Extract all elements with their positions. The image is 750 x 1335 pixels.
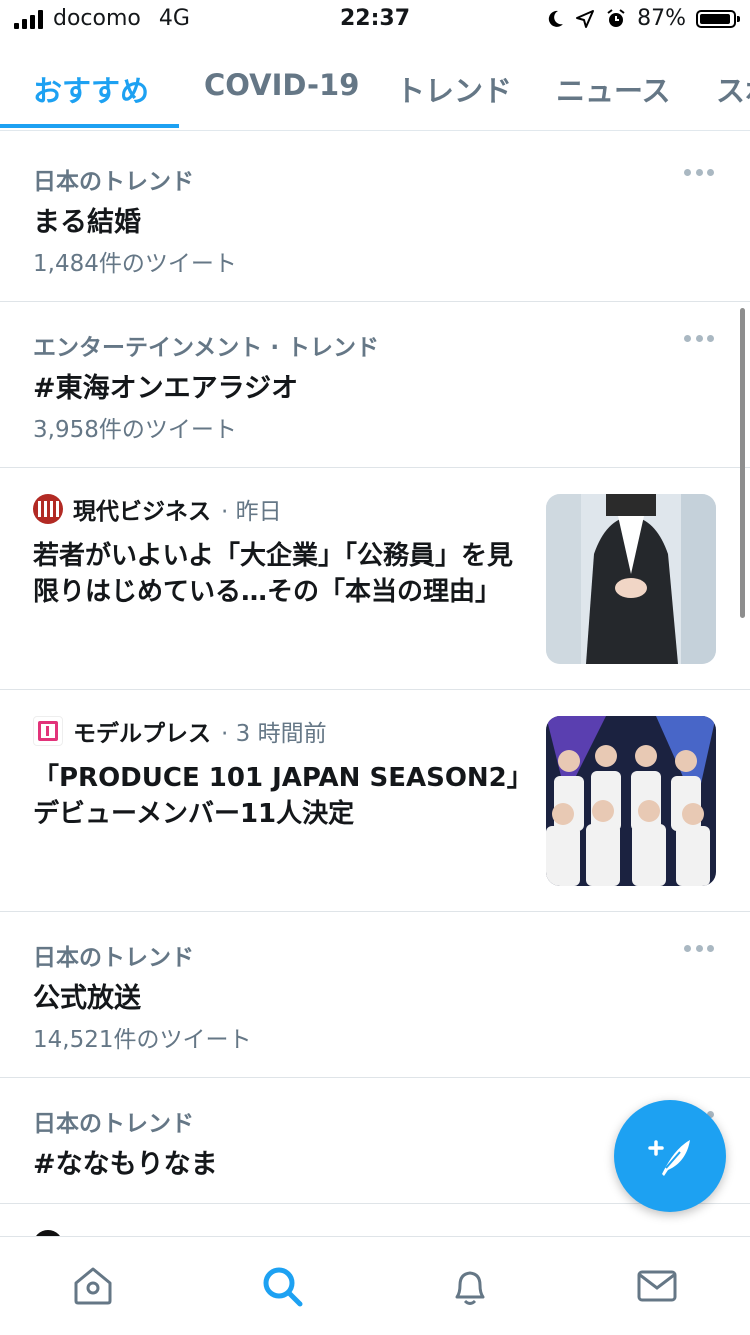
trend-context: 日本のトレンド	[33, 1111, 194, 1137]
news-source: モデルプレス	[73, 721, 211, 747]
compose-feather-icon	[648, 1140, 690, 1176]
trend-tweet-count: 14,521件のツイート	[33, 1027, 252, 1053]
news-headline: 「PRODUCE 101 JAPAN SEASON2」デビューメンバー11人決定	[33, 763, 520, 829]
news-headline: 若者がいよいよ「大企業」「公務員」を見限りはじめている…その「本当の理由」	[33, 541, 513, 607]
notifications-icon	[455, 1271, 485, 1305]
messages-icon	[637, 1270, 677, 1302]
trend-name: #東海オンエアラジオ	[33, 373, 299, 404]
home-icon	[74, 1267, 112, 1305]
trend-name: #ななもりなま	[33, 1149, 218, 1180]
search-tab-button[interactable]	[257, 1261, 307, 1311]
active-tab-indicator	[0, 124, 179, 128]
explore-feed: 日本のトレンド まる結婚 1,484件のツイート エンターテインメント · トレ…	[0, 136, 750, 1264]
location-arrow-icon	[576, 9, 595, 28]
battery-percent: 87%	[637, 6, 686, 31]
trend-item[interactable]: エンターテインメント · トレンド #東海オンエアラジオ 3,958件のツイート	[0, 302, 750, 468]
compose-tweet-button[interactable]	[614, 1100, 726, 1212]
trend-context: 日本のトレンド	[33, 169, 194, 195]
news-item[interactable]: モデルプレス · 3 時間前 「PRODUCE 101 JAPAN SEASON…	[0, 690, 750, 912]
trend-tweet-count: 3,958件のツイート	[33, 417, 237, 443]
battery-icon	[696, 9, 740, 28]
moon-icon	[548, 10, 564, 27]
notifications-tab-button[interactable]	[445, 1261, 495, 1311]
home-tab-button[interactable]	[68, 1261, 118, 1311]
trend-context: 日本のトレンド	[33, 945, 194, 971]
tab-sports[interactable]: スポ	[716, 68, 750, 110]
search-icon	[263, 1267, 303, 1307]
more-options-icon[interactable]	[684, 166, 714, 178]
trend-name: 公式放送	[33, 983, 141, 1014]
gendai-business-logo-icon	[33, 494, 63, 524]
messages-tab-button[interactable]	[632, 1261, 682, 1311]
status-bar: docomo 4G 22:37 87%	[0, 0, 750, 40]
news-thumbnail	[546, 716, 716, 886]
scrollbar[interactable]	[740, 308, 745, 618]
trend-item[interactable]: 日本のトレンド 公式放送 14,521件のツイート	[0, 912, 750, 1078]
trend-context: エンターテインメント · トレンド	[33, 335, 380, 361]
more-options-icon[interactable]	[684, 332, 714, 344]
tab-trends[interactable]: トレンド	[396, 68, 512, 110]
modelpress-logo-icon	[33, 716, 63, 746]
trend-tweet-count: 1,484件のツイート	[33, 251, 237, 277]
more-options-icon[interactable]	[684, 942, 714, 954]
news-time: · 3 時間前	[221, 721, 327, 747]
trend-item[interactable]: 日本のトレンド まる結婚 1,484件のツイート	[0, 136, 750, 302]
alarm-icon	[607, 8, 625, 27]
trend-name: まる結婚	[33, 207, 141, 238]
tab-news[interactable]: ニュース	[556, 68, 671, 110]
news-item[interactable]: 現代ビジネス · 昨日 若者がいよいよ「大企業」「公務員」を見限りはじめている……	[0, 468, 750, 690]
tab-covid19[interactable]: COVID-19	[204, 68, 359, 102]
tab-recommended[interactable]: おすすめ	[33, 68, 149, 110]
news-time: · 昨日	[221, 499, 282, 525]
news-thumbnail	[546, 494, 716, 664]
explore-tabs: おすすめ COVID-19 トレンド ニュース スポ	[0, 50, 750, 131]
news-source: 現代ビジネス	[73, 499, 211, 525]
bottom-navigation	[0, 1236, 750, 1335]
